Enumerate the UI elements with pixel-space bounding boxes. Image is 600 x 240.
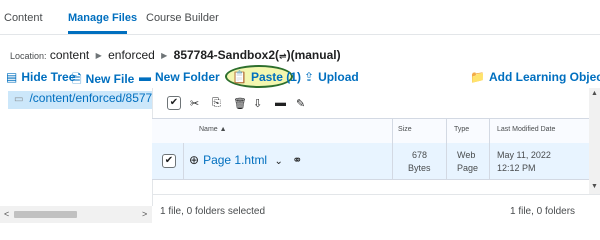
- row-checkbox[interactable]: ✔: [162, 154, 176, 168]
- toolbar: ▤ Hide Tree 🗎 New File ▬ New Folder 📋 Paste …: [0, 66, 600, 88]
- files-vertical-scrollbar[interactable]: ▲ ▼: [589, 88, 600, 194]
- file-modified-date: May 11, 2022 12:12 PM: [497, 149, 551, 175]
- folder-icon: ▭: [14, 94, 24, 105]
- upload-label: Upload: [318, 70, 359, 84]
- items-count-status: 1 file, 0 folders: [510, 206, 576, 217]
- file-size-value: 678: [412, 150, 428, 160]
- column-size[interactable]: Size: [398, 126, 412, 133]
- globe-icon: ⊕: [189, 153, 200, 167]
- chevron-down-icon[interactable]: ⌄: [274, 156, 282, 167]
- rename-icon[interactable]: ✎: [296, 97, 305, 110]
- upload-icon: ⇪: [304, 70, 315, 84]
- table-header: Name ▲ Size Type Last Modified Date: [152, 118, 595, 144]
- add-learning-object-button[interactable]: 📁 Add Learning Object: [470, 70, 600, 84]
- move-to-folder-icon[interactable]: ▬: [275, 97, 286, 109]
- add-learning-object-label: Add Learning Object: [488, 70, 600, 84]
- file-type-line1: Web: [457, 150, 476, 160]
- file-name-label: Page 1.html: [203, 153, 268, 167]
- file-size: 678 Bytes: [408, 149, 431, 175]
- location-label: Location:: [10, 51, 47, 61]
- breadcrumb-enforced[interactable]: enforced: [108, 48, 155, 62]
- breadcrumb: Location: content ▶ enforced ▶ 857784-Sa…: [10, 48, 341, 62]
- file-name-link[interactable]: ⊕ Page 1.html ⌄ ⚭: [189, 153, 302, 167]
- scroll-right-icon[interactable]: >: [142, 209, 147, 219]
- paste-label: Paste (1): [250, 70, 301, 84]
- tab-content[interactable]: Content: [4, 12, 43, 24]
- folder-tree: ▭ /content/enforced/857784: [0, 88, 153, 206]
- file-size-unit: Bytes: [408, 163, 431, 173]
- breadcrumb-current-end: )(manual): [286, 48, 341, 62]
- table-row[interactable]: ✔ ⊕ Page 1.html ⌄ ⚭ 678 Bytes Web Page Ma…: [152, 143, 595, 180]
- new-folder-label: New Folder: [155, 70, 220, 84]
- link-icon[interactable]: ⚭: [292, 153, 302, 167]
- tab-manage-files[interactable]: Manage Files: [68, 12, 137, 24]
- tree-item-root[interactable]: ▭ /content/enforced/857784: [8, 91, 153, 109]
- new-folder-button[interactable]: ▬ New Folder: [139, 70, 220, 84]
- file-type: Web Page: [457, 149, 478, 175]
- scroll-down-icon[interactable]: ▼: [591, 183, 598, 190]
- tree-item-label: /content/enforced/857784: [29, 91, 153, 105]
- user-switch-icon: ⇌: [279, 51, 287, 61]
- tree-panel-icon: ▤: [6, 70, 18, 84]
- upload-button[interactable]: ⇪ Upload: [304, 70, 359, 84]
- hide-tree-button[interactable]: ▤ Hide Tree: [6, 70, 75, 84]
- tab-bar: Content Manage Files Course Builder: [0, 0, 600, 35]
- file-type-line2: Page: [457, 163, 479, 173]
- select-all-checkbox[interactable]: ✔: [167, 96, 181, 110]
- column-divider: [183, 143, 184, 179]
- column-divider: [489, 119, 490, 143]
- selection-status: 1 file, 0 folders selected: [160, 206, 266, 217]
- chevron-right-icon: ▶: [95, 51, 102, 60]
- scroll-up-icon[interactable]: ▲: [591, 90, 598, 97]
- active-tab-indicator: [68, 31, 127, 34]
- column-divider: [392, 143, 393, 179]
- column-type[interactable]: Type: [454, 126, 469, 133]
- column-divider: [392, 119, 393, 143]
- column-divider: [489, 143, 490, 179]
- column-name[interactable]: Name ▲: [199, 126, 227, 133]
- column-divider: [446, 143, 447, 179]
- file-date: May 11, 2022: [497, 150, 551, 160]
- copy-icon[interactable]: ⎘: [212, 97, 221, 110]
- clipboard-icon: 📋: [232, 70, 247, 84]
- scroll-left-icon[interactable]: <: [4, 209, 9, 219]
- new-file-label: New File: [85, 72, 135, 86]
- hide-tree-label: Hide Tree: [21, 70, 76, 84]
- column-last-modified[interactable]: Last Modified Date: [497, 126, 555, 133]
- column-divider: [446, 119, 447, 143]
- scrollbar-thumb[interactable]: [14, 211, 77, 218]
- file-time: 12:12 PM: [497, 163, 536, 173]
- delete-icon[interactable]: 🗑: [233, 97, 247, 110]
- tab-course-builder[interactable]: Course Builder: [146, 12, 219, 24]
- cut-icon[interactable]: ✂: [190, 97, 199, 110]
- breadcrumb-content[interactable]: content: [50, 48, 89, 62]
- chevron-right-icon: ▶: [161, 51, 168, 60]
- breadcrumb-current-start: 857784-Sandbox2(: [173, 48, 280, 62]
- new-folder-icon: ▬: [139, 70, 151, 84]
- download-icon[interactable]: ⇩: [253, 97, 262, 110]
- learning-object-icon: 📁: [470, 70, 485, 84]
- paste-button[interactable]: 📋 Paste (1): [232, 70, 301, 84]
- tree-horizontal-scrollbar[interactable]: < >: [0, 206, 152, 223]
